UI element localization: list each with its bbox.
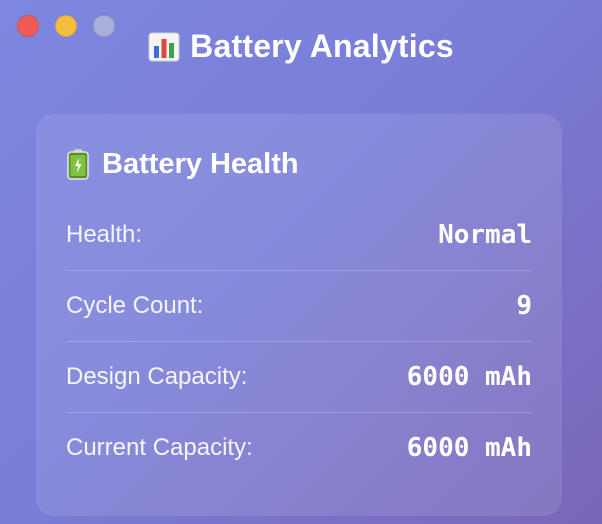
current-capacity-row: Current Capacity: 6000 mAh [66, 413, 532, 483]
design-capacity-value: 6000 mAh [406, 362, 532, 392]
health-row: Health: Normal [66, 200, 532, 271]
card-heading: Battery Health [102, 147, 299, 180]
bar-chart-icon [148, 32, 180, 62]
health-value: Normal [438, 220, 532, 250]
cycle-count-value: 9 [516, 291, 532, 321]
cycle-count-label: Cycle Count: [66, 292, 204, 319]
health-label: Health: [66, 221, 143, 248]
app-title-text: Battery Analytics [190, 28, 454, 64]
design-capacity-label: Design Capacity: [66, 363, 248, 390]
cycle-count-row: Cycle Count: 9 [66, 271, 532, 342]
current-capacity-label: Current Capacity: [66, 434, 253, 461]
card-header: Battery Health [66, 142, 532, 186]
battery-icon [66, 148, 90, 180]
app-window: Battery Analytics Battery Health Health:… [0, 0, 602, 524]
battery-health-card: Battery Health Health: Normal Cycle Coun… [36, 114, 562, 516]
current-capacity-value: 6000 mAh [406, 433, 532, 463]
design-capacity-row: Design Capacity: 6000 mAh [66, 342, 532, 413]
app-title: Battery Analytics [0, 28, 602, 65]
